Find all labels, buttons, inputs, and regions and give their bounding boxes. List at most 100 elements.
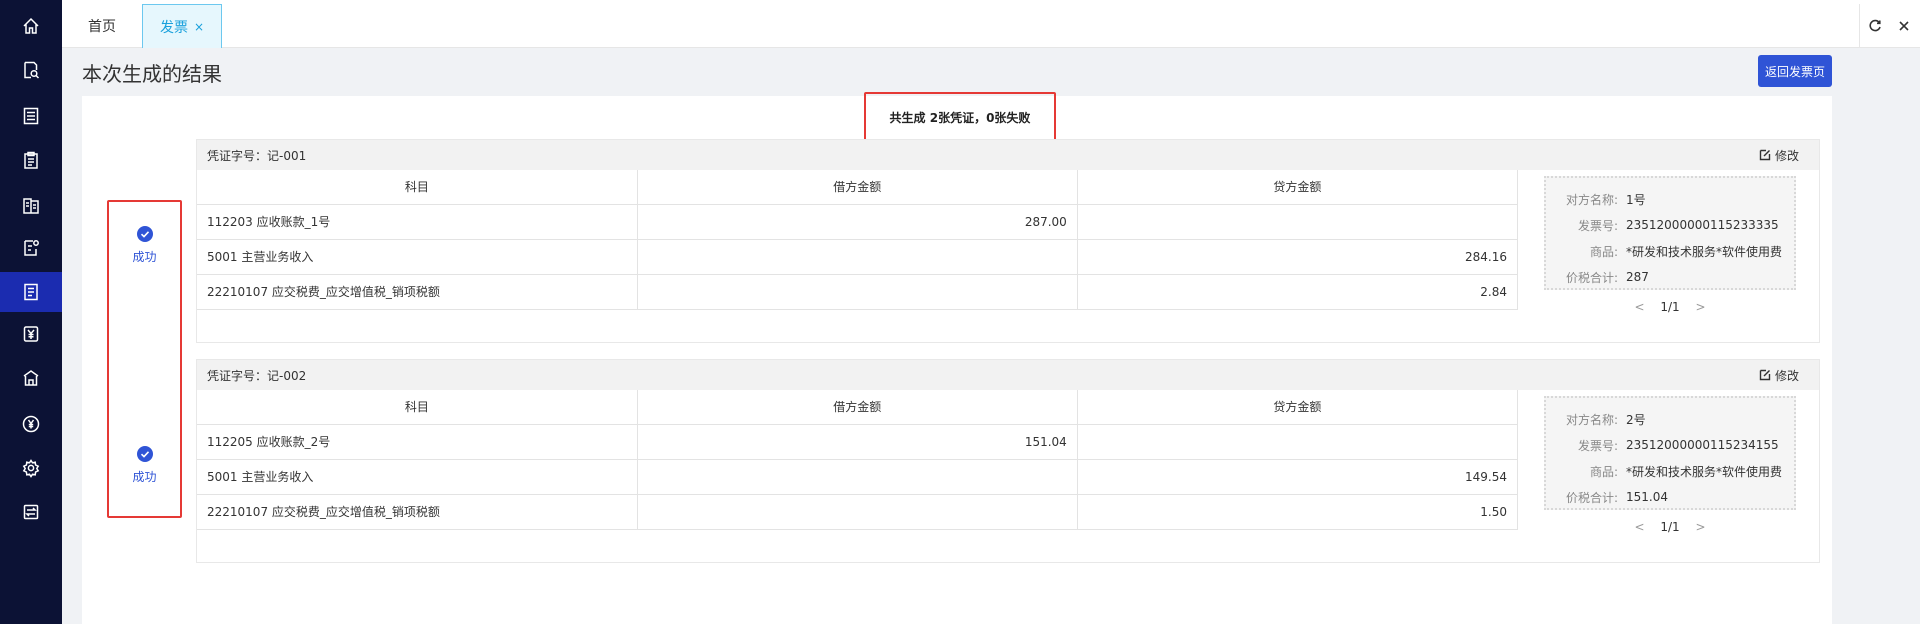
doc-edit-icon[interactable] <box>0 228 62 268</box>
status-label: 成功 <box>132 470 157 484</box>
close-icon[interactable] <box>1889 4 1919 48</box>
table-header-row: 科目 借方金额 贷方金额 <box>197 390 1519 425</box>
clipboard-icon[interactable] <box>0 140 62 180</box>
account-cell: 22210107 应交税费_应交增值税_销项税额 <box>197 274 638 310</box>
debit-cell: 151.04 <box>637 424 1078 460</box>
invoice-info-card: 对方名称: 1号 发票号: 23512000000115233335 商品: *研发和… <box>1544 176 1796 290</box>
voucher-1-status: 成功 <box>107 226 182 265</box>
edit-button[interactable]: 修改 <box>1759 147 1799 164</box>
account-cell: 5001 主营业务收入 <box>197 239 638 275</box>
next-page-button[interactable]: > <box>1695 300 1705 314</box>
goods-value: *研发和技术服务*软件使用费 <box>1625 464 1782 479</box>
entries-table: 科目 借方金额 贷方金额 112203 应收账款_1号 287.00 5001 … <box>197 170 1519 310</box>
page-title: 本次生成的结果 <box>82 62 222 86</box>
total-value: 151.04 <box>1626 490 1668 504</box>
invoice-icon[interactable] <box>0 272 62 312</box>
voucher-card-1: 凭证字号：记-001 修改 科目 借方金额 贷方金额 112203 应收账款_1… <box>196 139 1820 343</box>
invoice-no-value: 23512000000115233335 <box>1626 218 1779 232</box>
entries-table: 科目 借方金额 贷方金额 112205 应收账款_2号 151.04 5001 … <box>197 390 1519 530</box>
account-cell: 5001 主营业务收入 <box>197 459 638 495</box>
edit-label: 修改 <box>1774 368 1799 383</box>
goods-label: 商品: <box>1589 244 1618 259</box>
column-header: 贷方金额 <box>1077 390 1519 425</box>
refresh-icon[interactable] <box>1859 4 1889 48</box>
invoice-no-label: 发票号: <box>1577 438 1618 453</box>
tab-bar: 首页 发票 × <box>62 0 1920 48</box>
account-cell: 22210107 应交税费_应交增值税_销项税额 <box>197 494 638 530</box>
credit-cell <box>1077 424 1519 460</box>
voucher-header: 凭证字号：记-002 修改 <box>197 360 1819 390</box>
credit-cell: 284.16 <box>1077 239 1519 275</box>
table-header-row: 科目 借方金额 贷方金额 <box>197 170 1519 205</box>
tab-home-label: 首页 <box>88 19 116 35</box>
check-circle-icon <box>136 446 153 462</box>
summary-banner: 共生成 2张凭证，0张失败 <box>864 92 1056 142</box>
tab-home[interactable]: 首页 <box>62 4 142 48</box>
total-value: 287 <box>1626 270 1649 284</box>
table-row: 22210107 应交税费_应交增值税_销项税额 1.50 <box>197 494 1519 530</box>
credit-cell: 2.84 <box>1077 274 1519 310</box>
column-header: 贷方金额 <box>1077 170 1519 205</box>
search-doc-icon[interactable] <box>0 50 62 90</box>
list-icon[interactable] <box>0 96 62 136</box>
yen-icon[interactable] <box>0 314 62 354</box>
goods-value: *研发和技术服务*软件使用费 <box>1625 244 1782 259</box>
column-header: 科目 <box>197 170 638 205</box>
counterparty-value: 2号 <box>1626 412 1646 427</box>
invoice-pager: < 1/1 > <box>1537 300 1803 314</box>
status-label: 成功 <box>132 250 157 264</box>
prev-page-button[interactable]: < <box>1634 300 1644 314</box>
voucher-header: 凭证字号：记-001 修改 <box>197 140 1819 170</box>
total-label: 价税合计: <box>1565 490 1618 505</box>
edit-icon <box>1759 149 1771 161</box>
voucher-2-status: 成功 <box>107 446 182 485</box>
invoice-no-label: 发票号: <box>1577 218 1618 233</box>
bank-icon[interactable] <box>0 358 62 398</box>
voucher-number: 凭证字号：记-001 <box>207 148 307 163</box>
tab-invoice-label: 发票 <box>159 19 188 36</box>
table-row: 112205 应收账款_2号 151.04 <box>197 424 1519 460</box>
tab-close-icon[interactable]: × <box>194 20 204 34</box>
page-indicator: 1/1 <box>1660 520 1680 534</box>
debit-cell <box>637 459 1078 495</box>
column-header: 借方金额 <box>637 390 1078 425</box>
account-cell: 112205 应收账款_2号 <box>197 424 638 460</box>
debit-cell: 287.00 <box>637 204 1078 240</box>
exchange-icon[interactable] <box>0 492 62 532</box>
debit-cell <box>637 239 1078 275</box>
column-header: 借方金额 <box>637 170 1078 205</box>
account-cell: 112203 应收账款_1号 <box>197 204 638 240</box>
edit-icon <box>1759 369 1771 381</box>
counterparty-label: 对方名称: <box>1565 192 1618 207</box>
gear-icon[interactable] <box>0 448 62 488</box>
prev-page-button[interactable]: < <box>1634 520 1644 534</box>
edit-label: 修改 <box>1774 148 1799 163</box>
edit-button[interactable]: 修改 <box>1759 367 1799 384</box>
table-row: 5001 主营业务收入 284.16 <box>197 239 1519 275</box>
invoice-pager: < 1/1 > <box>1537 520 1803 534</box>
debit-cell <box>637 494 1078 530</box>
page-indicator: 1/1 <box>1660 300 1680 314</box>
credit-cell: 1.50 <box>1077 494 1519 530</box>
credit-cell: 149.54 <box>1077 459 1519 495</box>
column-header: 科目 <box>197 390 638 425</box>
sidebar <box>0 0 62 624</box>
voucher-body: 科目 借方金额 贷方金额 112203 应收账款_1号 287.00 5001 … <box>197 170 1819 342</box>
next-page-button[interactable]: > <box>1695 520 1705 534</box>
counterparty-value: 1号 <box>1626 192 1646 207</box>
table-row: 5001 主营业务收入 149.54 <box>197 459 1519 495</box>
voucher-number: 凭证字号：记-002 <box>207 368 307 383</box>
ledger-icon[interactable] <box>0 186 62 226</box>
counterparty-label: 对方名称: <box>1565 412 1618 427</box>
voucher-body: 科目 借方金额 贷方金额 112205 应收账款_2号 151.04 5001 … <box>197 390 1819 562</box>
total-label: 价税合计: <box>1565 270 1618 285</box>
invoice-info-card: 对方名称: 2号 发票号: 23512000000115234155 商品: *研发和… <box>1544 396 1796 510</box>
goods-label: 商品: <box>1589 464 1618 479</box>
credit-cell <box>1077 204 1519 240</box>
yen-circle-icon[interactable] <box>0 404 62 444</box>
tab-invoice[interactable]: 发票 × <box>142 4 222 48</box>
home-icon[interactable] <box>0 6 62 46</box>
table-row: 112203 应收账款_1号 287.00 <box>197 204 1519 240</box>
back-to-invoice-button[interactable]: 返回发票页 <box>1758 55 1832 87</box>
debit-cell <box>637 274 1078 310</box>
